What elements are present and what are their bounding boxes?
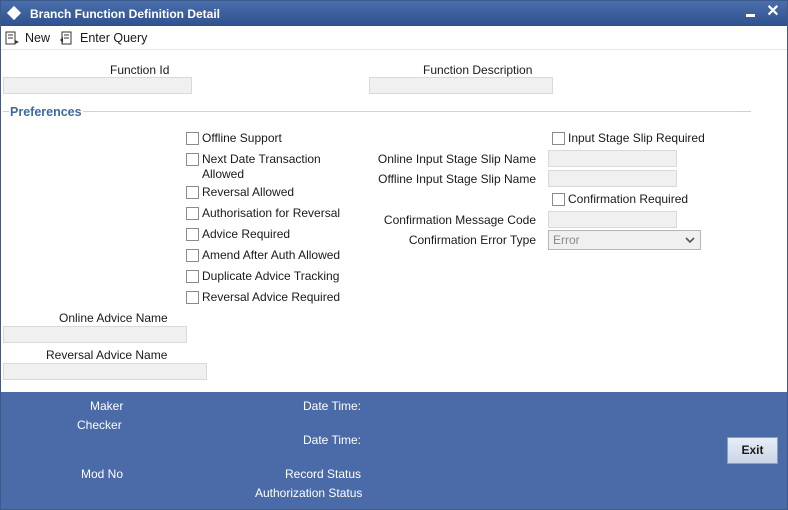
checkbox-box[interactable]	[186, 153, 199, 166]
function-id-label: Function Id	[110, 63, 170, 77]
checkbox-box[interactable]	[552, 193, 565, 206]
online-advice-name-label: Online Advice Name	[59, 311, 168, 325]
maker-date-time-label: Date Time:	[303, 399, 362, 413]
checker-label: Checker	[77, 418, 122, 432]
confirmation-error-type-label: Confirmation Error Type	[408, 233, 536, 247]
checkbox-label: Input Stage Slip Required	[568, 131, 705, 145]
new-button[interactable]: New	[4, 28, 50, 48]
branch-function-definition-window: Branch Function Definition Detail ✕ New …	[0, 0, 788, 510]
new-document-icon	[5, 31, 19, 45]
function-id-input[interactable]	[3, 77, 192, 94]
checkbox-label: Authorisation for Reversal	[202, 206, 341, 220]
checkbox-box[interactable]	[186, 270, 199, 283]
section-divider-left	[3, 111, 9, 112]
confirmation-error-type-select[interactable]: Error	[548, 230, 701, 250]
enter-query-button-label: Enter Query	[80, 31, 148, 45]
checkbox-box[interactable]	[552, 132, 565, 145]
authorisation-for-reversal-checkbox[interactable]: Authorisation for Reversal	[186, 206, 340, 221]
diamond-icon	[6, 5, 22, 21]
close-icon[interactable]: ✕	[765, 3, 781, 21]
chevron-down-icon	[685, 237, 695, 244]
query-icon	[60, 31, 72, 45]
checkbox-box[interactable]	[186, 207, 199, 220]
online-advice-name-input[interactable]	[3, 326, 187, 343]
checkbox-box[interactable]	[186, 249, 199, 262]
duplicate-advice-tracking-checkbox[interactable]: Duplicate Advice Tracking	[186, 269, 339, 284]
authorization-status-label: Authorization Status	[255, 486, 363, 500]
section-divider	[83, 111, 751, 112]
online-input-stage-slip-name-input[interactable]	[548, 150, 677, 167]
checkbox-label: Confirmation Required	[568, 192, 689, 206]
checkbox-box[interactable]	[186, 291, 199, 304]
next-date-transaction-allowed-checkbox[interactable]: Next Date Transaction Allowed	[186, 152, 336, 182]
enter-query-button[interactable]: Enter Query	[59, 28, 147, 48]
offline-input-stage-slip-name-label: Offline Input Stage Slip Name	[378, 172, 536, 186]
offline-input-stage-slip-name-input[interactable]	[548, 170, 677, 187]
reversal-advice-name-input[interactable]	[3, 363, 207, 380]
new-button-label: New	[25, 31, 51, 45]
title-bar: Branch Function Definition Detail ✕	[1, 1, 787, 26]
checkbox-box[interactable]	[186, 186, 199, 199]
confirmation-message-code-input[interactable]	[548, 211, 677, 228]
record-status-label: Record Status	[285, 467, 362, 481]
maker-label: Maker	[90, 399, 124, 413]
function-description-input[interactable]	[369, 77, 553, 94]
reversal-advice-name-label: Reversal Advice Name	[46, 348, 168, 362]
offline-support-checkbox[interactable]: Offline Support	[186, 131, 282, 146]
reversal-allowed-checkbox[interactable]: Reversal Allowed	[186, 185, 294, 200]
checkbox-box[interactable]	[186, 228, 199, 241]
online-input-stage-slip-name-label: Online Input Stage Slip Name	[377, 152, 536, 166]
advice-required-checkbox[interactable]: Advice Required	[186, 227, 290, 242]
checkbox-label: Reversal Allowed	[202, 185, 295, 199]
input-stage-slip-required-checkbox[interactable]: Input Stage Slip Required	[552, 131, 705, 146]
window-title: Branch Function Definition Detail	[30, 7, 221, 21]
function-description-label: Function Description	[423, 63, 533, 77]
amend-after-auth-allowed-checkbox[interactable]: Amend After Auth Allowed	[186, 248, 340, 263]
checkbox-label: Amend After Auth Allowed	[202, 248, 341, 262]
preferences-section-title: Preferences	[10, 105, 82, 119]
checkbox-label: Reversal Advice Required	[202, 290, 341, 304]
checkbox-label: Duplicate Advice Tracking	[202, 269, 340, 283]
mod-no-label: Mod No	[81, 467, 124, 481]
exit-button[interactable]: Exit	[727, 437, 778, 464]
toolbar: New Enter Query	[1, 26, 787, 50]
checkbox-label: Offline Support	[202, 131, 282, 145]
confirmation-error-type-value: Error	[553, 233, 580, 247]
confirmation-required-checkbox[interactable]: Confirmation Required	[552, 192, 688, 207]
checkbox-box[interactable]	[186, 132, 199, 145]
checker-date-time-label: Date Time:	[303, 433, 362, 447]
checkbox-label: Advice Required	[202, 227, 291, 241]
confirmation-message-code-label: Confirmation Message Code	[383, 213, 536, 227]
minimize-icon[interactable]	[746, 14, 755, 17]
checkbox-label: Next Date Transaction Allowed	[202, 152, 321, 181]
reversal-advice-required-checkbox[interactable]: Reversal Advice Required	[186, 290, 340, 305]
